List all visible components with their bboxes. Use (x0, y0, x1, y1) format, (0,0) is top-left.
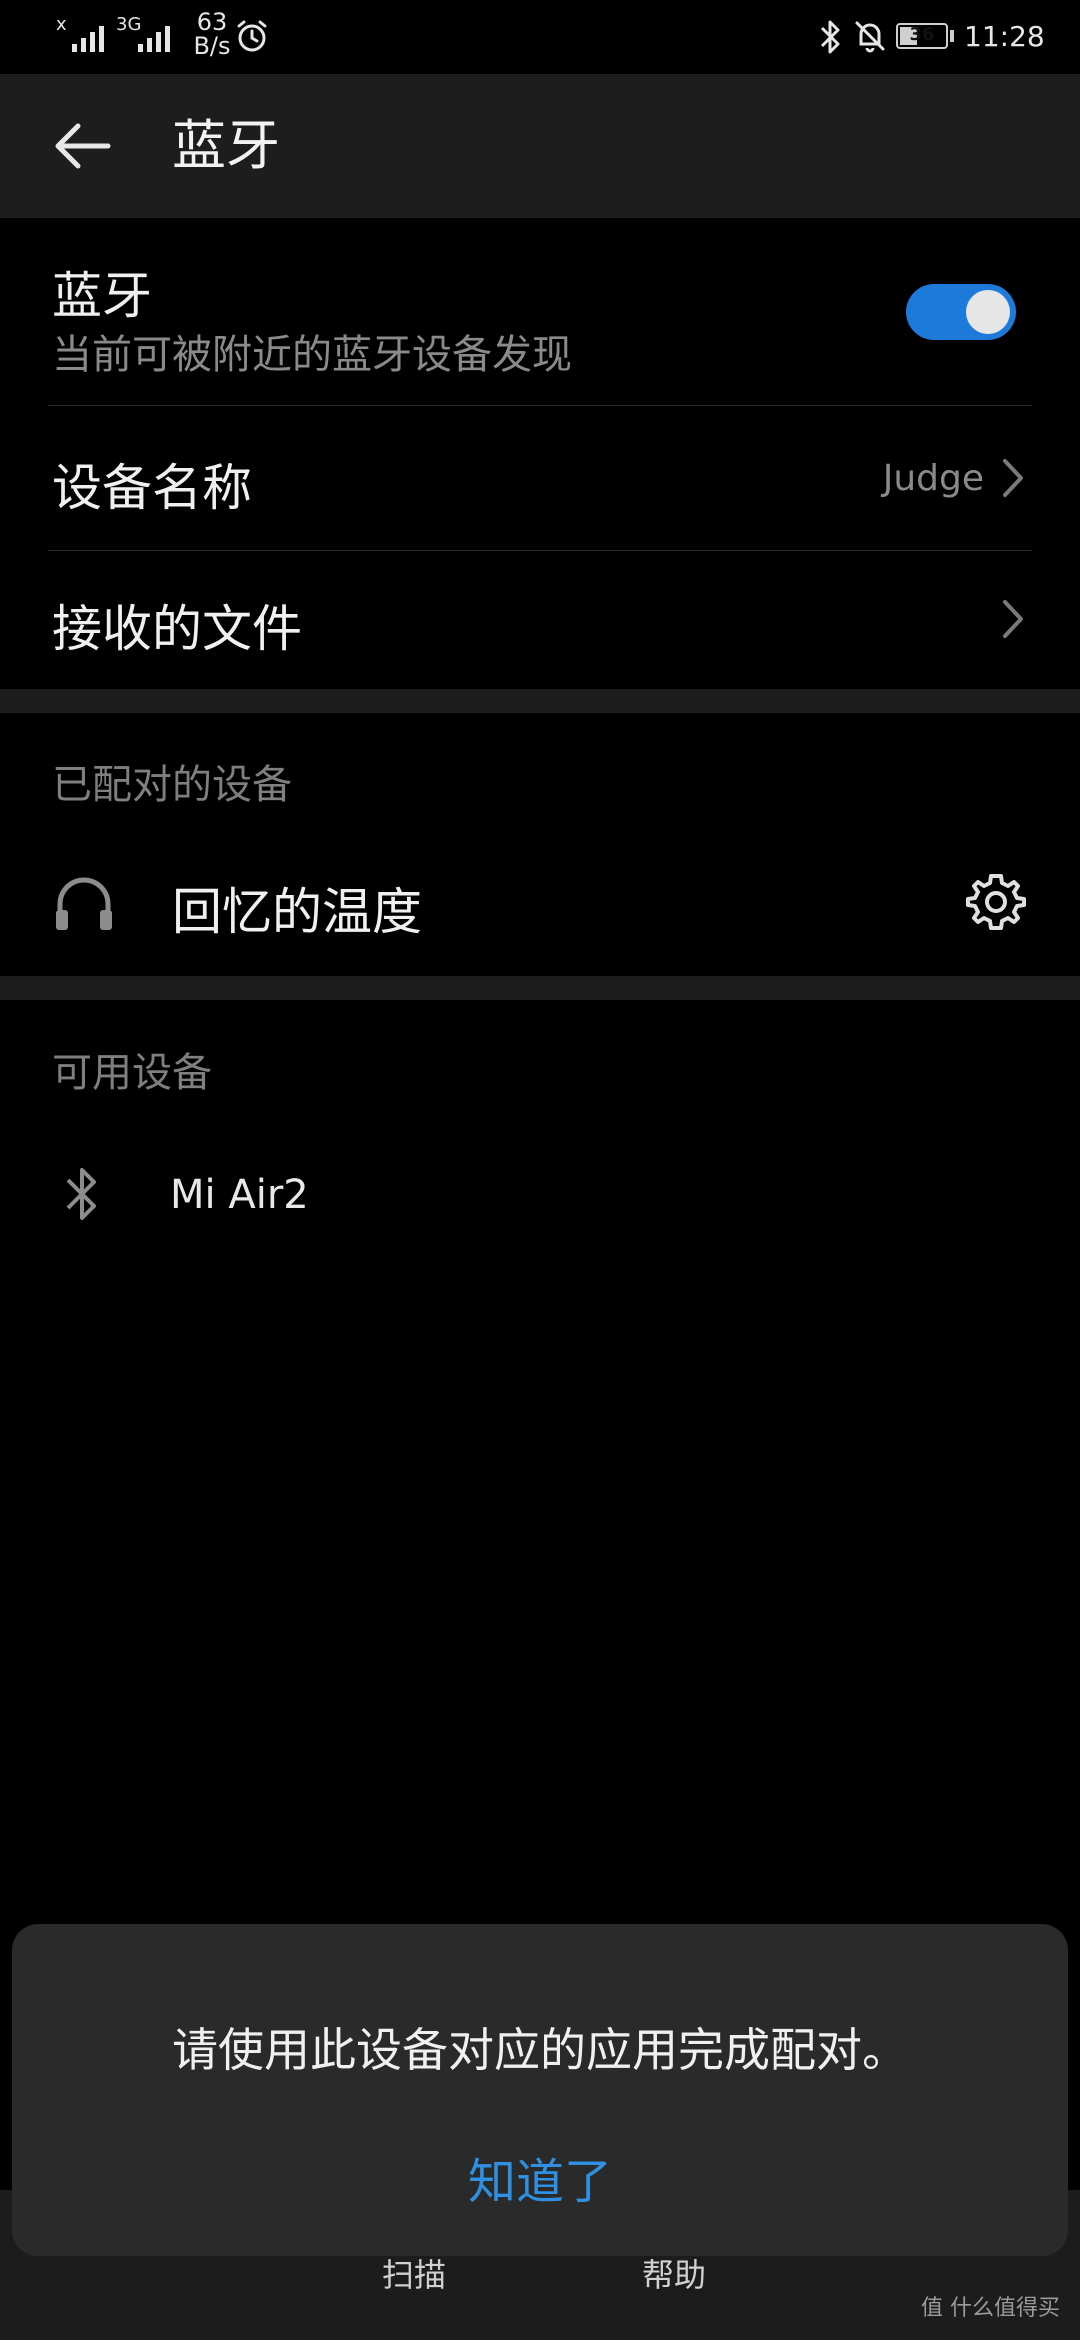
dialog-ok-button[interactable]: 知道了 (12, 2142, 1068, 2212)
alarm-icon (237, 20, 267, 52)
sim1-label: x (56, 14, 67, 35)
status-bar: x 3G 63 B/s 36 11:28 (0, 0, 1080, 74)
bluetooth-toggle[interactable] (906, 284, 1016, 340)
toggle-knob (966, 290, 1010, 334)
clock: 11:28 (964, 20, 1045, 53)
chevron-right-icon (1003, 600, 1023, 638)
section-gap (0, 976, 1080, 1000)
bluetooth-row-subtitle: 当前可被附近的蓝牙设备发现 (52, 332, 572, 378)
bluetooth-row-title: 蓝牙 (52, 267, 152, 325)
bluetooth-icon (820, 20, 840, 54)
net-speed-value: 63 (196, 8, 228, 36)
received-files-label: 接收的文件 (52, 600, 302, 658)
bluetooth-icon (66, 1168, 96, 1220)
net-speed: 63 B/s (184, 10, 240, 58)
net-speed-unit: B/s (193, 32, 231, 60)
available-device-row[interactable]: Mi Air2 (0, 1120, 1080, 1266)
battery-level: 36 (909, 24, 935, 45)
available-section-header: 可用设备 (52, 1050, 212, 1096)
paired-section-header: 已配对的设备 (52, 762, 292, 808)
device-name-value: Judge (882, 458, 984, 499)
section-gap (0, 689, 1080, 713)
dialog-message: 请使用此设备对应的应用完成配对。 (172, 2023, 908, 2077)
nav-scan-label[interactable]: 扫描 (382, 2250, 446, 2296)
watermark: 值 什么值得买 (921, 2296, 1060, 2321)
device-name-label: 设备名称 (52, 459, 252, 517)
gear-icon[interactable] (964, 870, 1028, 934)
nav-help-label[interactable]: 帮助 (642, 2250, 706, 2296)
battery-icon: 36 (896, 23, 954, 49)
bell-off-icon (855, 21, 885, 53)
available-device-name: Mi Air2 (170, 1172, 309, 1218)
device-name-row[interactable]: 设备名称 Judge (0, 406, 1080, 550)
received-files-row[interactable]: 接收的文件 (0, 551, 1080, 689)
headphones-icon (56, 877, 112, 930)
paired-device-row[interactable]: 回忆的温度 (0, 830, 1080, 976)
arrow-left-icon[interactable] (52, 122, 112, 170)
pairing-dialog: 请使用此设备对应的应用完成配对。 知道了 (12, 1924, 1068, 2256)
chevron-right-icon (1003, 459, 1023, 497)
signal-icon (72, 22, 104, 52)
page-title: 蓝牙 (172, 114, 280, 177)
paired-device-name: 回忆的温度 (172, 883, 422, 941)
app-bar: 蓝牙 (0, 74, 1080, 218)
signal-icon (138, 22, 170, 52)
